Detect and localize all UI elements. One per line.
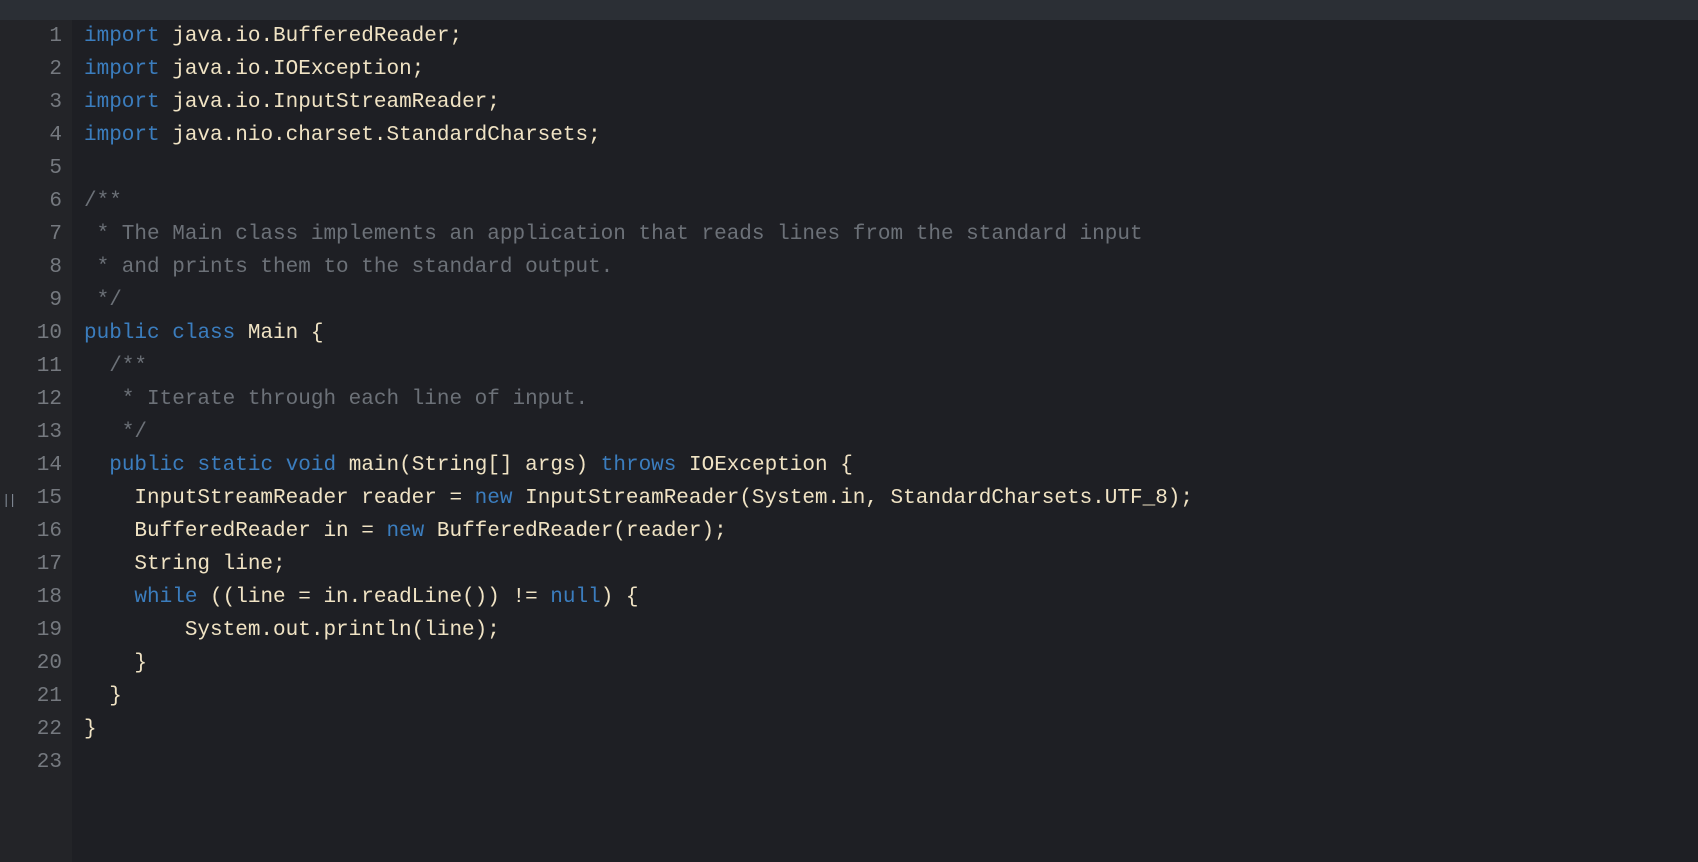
- code-line[interactable]: String line;: [84, 548, 1698, 581]
- token-kw: while: [134, 586, 197, 609]
- code-line[interactable]: * and prints them to the standard output…: [84, 251, 1698, 284]
- line-number: 16: [0, 515, 62, 548]
- code-line[interactable]: }: [84, 713, 1698, 746]
- token-kw: import: [84, 124, 160, 147]
- code-line[interactable]: import java.io.InputStreamReader;: [84, 86, 1698, 119]
- token-pl: }: [84, 652, 147, 675]
- code-line[interactable]: public static void main(String[] args) t…: [84, 449, 1698, 482]
- line-number-gutter: 1234567891011121314151617181920212223: [0, 20, 72, 862]
- token-kw: throws: [601, 454, 677, 477]
- line-number: 23: [0, 746, 62, 779]
- token-kw: new: [475, 487, 513, 510]
- token-cm: * Iterate through each line of input.: [84, 388, 588, 411]
- line-number: 1: [0, 20, 62, 53]
- token-pl: InputStreamReader(System.in, StandardCha…: [512, 487, 1193, 510]
- code-line[interactable]: */: [84, 416, 1698, 449]
- token-pl: BufferedReader(reader);: [424, 520, 726, 543]
- token-pl: java.io.InputStreamReader;: [160, 91, 500, 114]
- code-line[interactable]: while ((line = in.readLine()) != null) {: [84, 581, 1698, 614]
- code-line[interactable]: }: [84, 680, 1698, 713]
- code-line[interactable]: InputStreamReader reader = new InputStre…: [84, 482, 1698, 515]
- editor-topbar: [0, 0, 1698, 20]
- line-number: 12: [0, 383, 62, 416]
- code-line[interactable]: }: [84, 647, 1698, 680]
- pane-resize-handle[interactable]: ||: [2, 485, 15, 518]
- line-number: 17: [0, 548, 62, 581]
- code-line[interactable]: import java.io.BufferedReader;: [84, 20, 1698, 53]
- token-pl: }: [84, 718, 97, 741]
- code-line[interactable]: */: [84, 284, 1698, 317]
- line-number: 6: [0, 185, 62, 218]
- token-pl: }: [84, 685, 122, 708]
- token-pl: ((line = in.readLine()) !=: [197, 586, 550, 609]
- code-editor[interactable]: 1234567891011121314151617181920212223 im…: [0, 20, 1698, 862]
- token-kw: void: [286, 454, 336, 477]
- code-line[interactable]: /**: [84, 185, 1698, 218]
- token-cm: */: [84, 421, 147, 444]
- line-number: 2: [0, 53, 62, 86]
- line-number: 19: [0, 614, 62, 647]
- token-pl: main(String[] args): [336, 454, 601, 477]
- line-number: 20: [0, 647, 62, 680]
- token-pl: BufferedReader in =: [84, 520, 386, 543]
- line-number: 13: [0, 416, 62, 449]
- line-number: 3: [0, 86, 62, 119]
- token-pl: System.out.println(line);: [84, 619, 500, 642]
- code-line[interactable]: System.out.println(line);: [84, 614, 1698, 647]
- code-line[interactable]: import java.io.IOException;: [84, 53, 1698, 86]
- token-pl: String line;: [84, 553, 286, 576]
- code-line[interactable]: BufferedReader in = new BufferedReader(r…: [84, 515, 1698, 548]
- token-kw: import: [84, 25, 160, 48]
- token-cm: * The Main class implements an applicati…: [84, 223, 1143, 246]
- code-line[interactable]: public class Main {: [84, 317, 1698, 350]
- line-number: 18: [0, 581, 62, 614]
- code-line[interactable]: [84, 746, 1698, 779]
- token-pl: InputStreamReader reader =: [84, 487, 475, 510]
- token-kw: static: [197, 454, 273, 477]
- token-pl: [160, 322, 173, 345]
- token-kw: public: [84, 322, 160, 345]
- token-kw: null: [550, 586, 600, 609]
- token-pl: ) {: [601, 586, 639, 609]
- token-pl: [273, 454, 286, 477]
- token-kw: import: [84, 58, 160, 81]
- token-kw: class: [172, 322, 235, 345]
- token-kw: import: [84, 91, 160, 114]
- token-cm: * and prints them to the standard output…: [84, 256, 613, 279]
- token-cm: */: [84, 289, 122, 312]
- code-line[interactable]: /**: [84, 350, 1698, 383]
- code-line[interactable]: * The Main class implements an applicati…: [84, 218, 1698, 251]
- token-pl: [84, 454, 109, 477]
- line-number: 7: [0, 218, 62, 251]
- token-pl: [84, 586, 134, 609]
- code-line[interactable]: * Iterate through each line of input.: [84, 383, 1698, 416]
- line-number: 5: [0, 152, 62, 185]
- token-pl: java.io.IOException;: [160, 58, 425, 81]
- token-pl: Main {: [235, 322, 323, 345]
- token-cm: /**: [84, 355, 147, 378]
- code-area[interactable]: import java.io.BufferedReader;import jav…: [72, 20, 1698, 862]
- token-pl: java.io.BufferedReader;: [160, 25, 462, 48]
- token-pl: java.nio.charset.StandardCharsets;: [160, 124, 601, 147]
- line-number: 22: [0, 713, 62, 746]
- line-number: 4: [0, 119, 62, 152]
- token-cm: /**: [84, 190, 122, 213]
- code-line[interactable]: [84, 152, 1698, 185]
- token-kw: new: [386, 520, 424, 543]
- code-line[interactable]: import java.nio.charset.StandardCharsets…: [84, 119, 1698, 152]
- line-number: 21: [0, 680, 62, 713]
- line-number: 10: [0, 317, 62, 350]
- line-number: 11: [0, 350, 62, 383]
- line-number: 14: [0, 449, 62, 482]
- line-number: 8: [0, 251, 62, 284]
- line-number: 9: [0, 284, 62, 317]
- token-pl: [185, 454, 198, 477]
- token-pl: IOException {: [676, 454, 852, 477]
- token-kw: public: [109, 454, 185, 477]
